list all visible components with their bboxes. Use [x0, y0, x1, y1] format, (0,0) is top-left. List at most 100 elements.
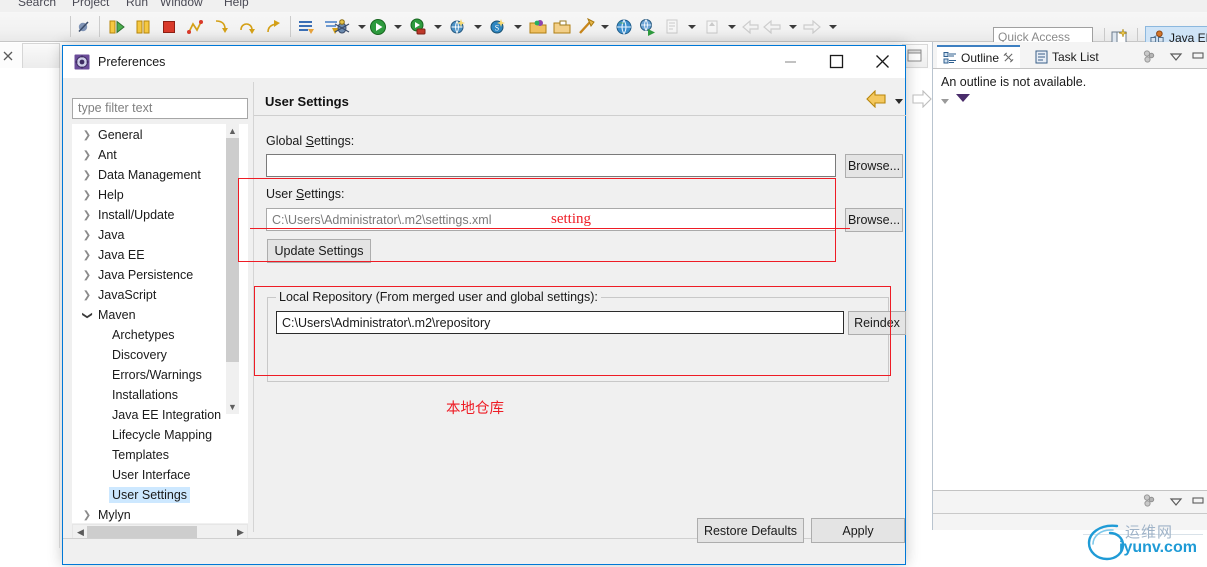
scroll-left-button[interactable]: ◀	[74, 526, 87, 538]
open-task-icon[interactable]	[298, 18, 316, 36]
chevron-right-icon[interactable]: ❯	[79, 270, 95, 281]
tree-item-errors-warnings[interactable]: Errors/Warnings	[73, 365, 247, 385]
minimize-icon[interactable]	[1191, 49, 1205, 63]
web-browser-icon[interactable]	[615, 18, 633, 36]
tab-task-list[interactable]: Task List	[1029, 45, 1105, 68]
external-tools-dropdown-arrow-icon[interactable]	[688, 25, 696, 29]
forward-dropdown-arrow-icon[interactable]	[941, 99, 949, 104]
chevron-right-icon[interactable]: ❯	[79, 290, 95, 301]
tree-item-general[interactable]: ❯ General	[73, 125, 247, 145]
chevron-right-icon[interactable]: ❯	[79, 190, 95, 201]
chevron-right-icon[interactable]: ❯	[79, 510, 95, 521]
tree-item-discovery[interactable]: Discovery	[73, 345, 247, 365]
debug-icon[interactable]	[333, 18, 351, 36]
chevron-right-icon[interactable]: ❯	[79, 250, 95, 261]
tree-item-templates[interactable]: Templates	[73, 445, 247, 465]
search-icon[interactable]	[577, 18, 595, 36]
tree-item-maven[interactable]: ❯ Maven	[73, 305, 247, 325]
run-icon[interactable]	[369, 18, 387, 36]
global-browse-button[interactable]: Browse...	[845, 154, 903, 178]
view-menu-icon[interactable]	[955, 93, 971, 104]
new-servlet-dropdown-arrow-icon[interactable]	[514, 25, 522, 29]
tree-horizontal-scrollbar[interactable]: ◀ ▶	[72, 524, 248, 539]
deploy-icon[interactable]	[639, 18, 657, 36]
tab-outline[interactable]: Outline	[937, 45, 1021, 68]
scroll-down-button[interactable]: ▼	[226, 400, 239, 414]
apply-button[interactable]: Apply	[811, 518, 905, 543]
back-icon[interactable]	[763, 18, 781, 36]
restore-defaults-button[interactable]: Restore Defaults	[697, 518, 804, 543]
tree-item-java-persistence[interactable]: ❯ Java Persistence	[73, 265, 247, 285]
tree-item-help[interactable]: ❯ Help	[73, 185, 247, 205]
chevron-right-icon[interactable]: ❯	[79, 170, 95, 181]
step-into-icon[interactable]	[212, 18, 230, 36]
view-menu-icon[interactable]	[1169, 494, 1183, 508]
run-as-icon[interactable]	[409, 18, 427, 36]
tree-vertical-scrollbar[interactable]: ▲ ▼	[226, 124, 239, 414]
tree-item-installations[interactable]: Installations	[73, 385, 247, 405]
chevron-down-icon[interactable]: ❯	[82, 307, 93, 323]
run-dropdown-arrow-icon[interactable]	[394, 25, 402, 29]
view-menu-icon[interactable]	[1169, 49, 1183, 63]
open-type-icon[interactable]	[553, 18, 571, 36]
user-browse-button[interactable]: Browse...	[845, 208, 903, 232]
terminate-icon[interactable]	[160, 18, 178, 36]
step-return-icon[interactable]	[264, 18, 282, 36]
new-ear-icon[interactable]	[449, 18, 467, 36]
forward-dropdown-arrow-icon[interactable]	[829, 25, 837, 29]
chevron-right-icon[interactable]: ❯	[79, 150, 95, 161]
scrollbar-thumb[interactable]	[226, 138, 239, 362]
reindex-button[interactable]: Reindex	[848, 311, 906, 335]
local-repository-input[interactable]: C:\Users\Administrator\.m2\repository	[276, 311, 844, 334]
close-button[interactable]	[859, 46, 905, 77]
tree-item-mylyn[interactable]: ❯ Mylyn	[73, 505, 247, 522]
menu-item-search[interactable]: Search	[18, 0, 56, 9]
scroll-right-button[interactable]: ▶	[234, 526, 247, 538]
menu-item-project[interactable]: Project	[72, 0, 109, 9]
menu-item-help[interactable]: Help	[224, 0, 249, 9]
global-settings-input[interactable]	[266, 154, 836, 177]
update-settings-button[interactable]: Update Settings	[267, 239, 371, 263]
annotation-dropdown-arrow-icon[interactable]	[728, 25, 736, 29]
forward-arrow-icon[interactable]	[912, 90, 932, 108]
run-as-dropdown-arrow-icon[interactable]	[434, 25, 442, 29]
sort-icon[interactable]	[1141, 493, 1157, 509]
external-tools-icon[interactable]	[663, 18, 681, 36]
back-dropdown-arrow-icon[interactable]	[789, 25, 797, 29]
chevron-right-icon[interactable]: ❯	[79, 210, 95, 221]
tree-item-install-update[interactable]: ❯ Install/Update	[73, 205, 247, 225]
new-servlet-icon[interactable]: S	[489, 18, 507, 36]
tree-item-archetypes[interactable]: Archetypes	[73, 325, 247, 345]
tree-item-user-interface[interactable]: User Interface	[73, 465, 247, 485]
tree-item-java-ee-integration[interactable]: Java EE Integration	[73, 405, 247, 425]
previous-annotation-icon[interactable]	[703, 18, 721, 36]
chevron-right-icon[interactable]: ❯	[79, 230, 95, 241]
debug-dropdown-arrow-icon[interactable]	[358, 25, 366, 29]
back-small-icon[interactable]	[742, 18, 760, 36]
tree-item-lifecycle-mapping[interactable]: Lifecycle Mapping	[73, 425, 247, 445]
editor-tab[interactable]	[22, 43, 60, 68]
close-icon[interactable]	[1003, 52, 1014, 63]
step-over-run-icon[interactable]	[108, 18, 126, 36]
disconnect-icon[interactable]	[186, 18, 204, 36]
close-icon[interactable]	[2, 50, 14, 62]
search-dropdown-arrow-icon[interactable]	[601, 25, 609, 29]
back-arrow-icon[interactable]	[866, 90, 886, 108]
tree-item-ant[interactable]: ❯ Ant	[73, 145, 247, 165]
step-over-icon[interactable]	[238, 18, 256, 36]
preferences-tree[interactable]: ❯ General ❯ Ant ❯ Data Management ❯ Help ❯ Instal…	[72, 124, 248, 523]
scroll-up-button[interactable]: ▲	[226, 124, 239, 138]
minimize-icon[interactable]	[1191, 494, 1205, 508]
minimize-button[interactable]	[767, 46, 813, 77]
tree-item-javascript[interactable]: ❯ JavaScript	[73, 285, 247, 305]
sort-icon[interactable]	[1141, 49, 1157, 65]
scrollbar-thumb[interactable]	[87, 526, 197, 538]
tree-item-data-management[interactable]: ❯ Data Management	[73, 165, 247, 185]
forward-icon[interactable]	[803, 18, 821, 36]
menu-item-run[interactable]: Run	[126, 0, 148, 9]
tree-item-java[interactable]: ❯ Java	[73, 225, 247, 245]
pause-icon[interactable]	[134, 18, 152, 36]
skip-breakpoints-icon[interactable]	[76, 18, 94, 36]
menu-item-window[interactable]: Window	[160, 0, 203, 9]
tree-item-user-settings[interactable]: User Settings	[73, 485, 247, 505]
